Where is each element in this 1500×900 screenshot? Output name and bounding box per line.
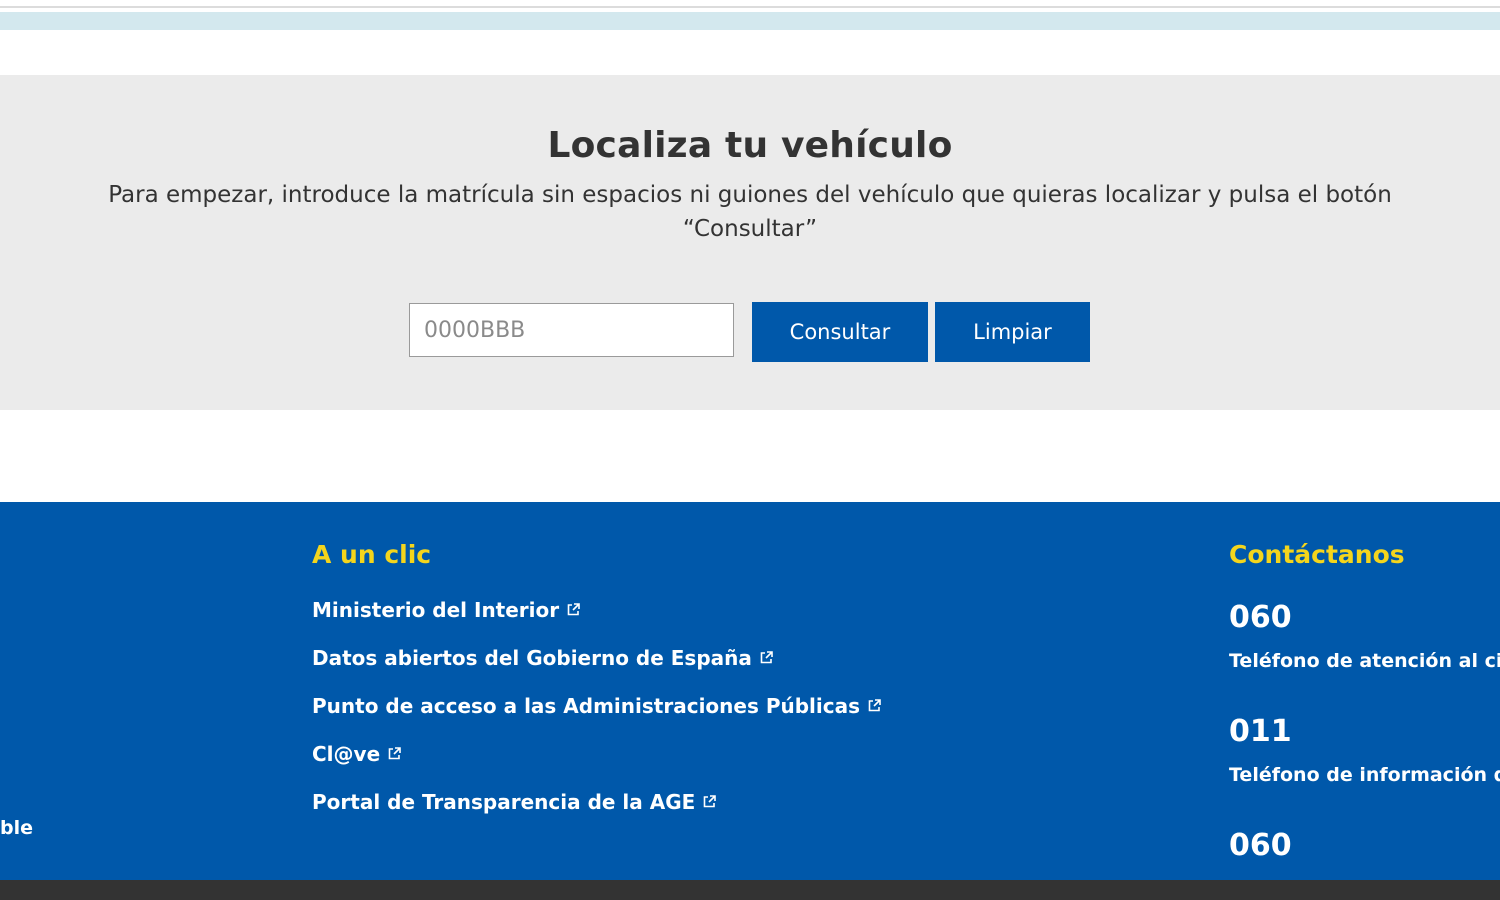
external-link-icon <box>868 699 881 712</box>
bottom-bar <box>0 880 1500 900</box>
link-label: Datos abiertos del Gobierno de España <box>312 646 752 670</box>
site-footer: ble A un clic Ministerio del Interior Da… <box>0 502 1500 880</box>
top-divider <box>0 6 1500 8</box>
plate-input[interactable] <box>409 303 734 357</box>
vehicle-search-section: Localiza tu vehículo Para empezar, intro… <box>0 75 1500 410</box>
link-ministerio-interior[interactable]: Ministerio del Interior <box>312 598 580 622</box>
external-link-icon <box>388 747 401 760</box>
contact-phone-description: Teléfono de información de <box>1229 764 1500 786</box>
external-link-icon <box>703 795 717 808</box>
link-label: Punto de acceso a las Administraciones P… <box>312 694 861 718</box>
link-datos-abiertos[interactable]: Datos abiertos del Gobierno de España <box>312 646 773 670</box>
list-item: Ministerio del Interior <box>312 598 881 646</box>
link-punto-acceso[interactable]: Punto de acceso a las Administraciones P… <box>312 694 881 718</box>
consult-button[interactable]: Consultar <box>752 302 928 362</box>
contact-phone-number[interactable]: 060 <box>1229 828 1292 863</box>
contact-phone-number[interactable]: 060 <box>1229 600 1292 635</box>
link-label: Ministerio del Interior <box>312 598 560 622</box>
list-item: Datos abiertos del Gobierno de España <box>312 646 881 694</box>
page-title: Localiza tu vehículo <box>547 125 953 166</box>
top-header-strip <box>0 0 1500 30</box>
external-link-icon <box>567 603 580 616</box>
footer-left-fragment: ble <box>0 817 33 839</box>
list-item: Portal de Transparencia de la AGE <box>312 790 881 838</box>
clear-button[interactable]: Limpiar <box>935 302 1090 362</box>
contact-title: Contáctanos <box>1229 540 1405 569</box>
quick-links-title: A un clic <box>312 540 432 569</box>
search-instructions: Para empezar, introduce la matrícula sin… <box>108 182 1392 242</box>
link-portal-transparencia[interactable]: Portal de Transparencia de la AGE <box>312 790 717 814</box>
link-label: Cl@ve <box>312 742 381 766</box>
list-item: Punto de acceso a las Administraciones P… <box>312 694 881 742</box>
link-clave[interactable]: Cl@ve <box>312 742 401 766</box>
contact-phone-number[interactable]: 011 <box>1229 714 1292 749</box>
list-item: Cl@ve <box>312 742 881 790</box>
external-link-icon <box>760 651 773 664</box>
contact-column: Contáctanos 060 Teléfono de atención al … <box>1229 502 1500 880</box>
contact-phone-description: Teléfono de atención al ciud <box>1229 650 1500 672</box>
top-color-strip <box>0 12 1500 30</box>
quick-links-list: Ministerio del Interior Datos abiertos d… <box>312 598 881 838</box>
link-label: Portal de Transparencia de la AGE <box>312 790 696 814</box>
